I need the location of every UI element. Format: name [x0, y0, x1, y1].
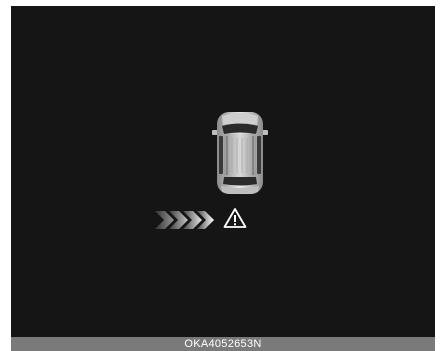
triple-chevron-right-icon — [155, 211, 214, 229]
warning-triangle-icon — [223, 208, 247, 228]
display-screen — [11, 6, 435, 337]
image-code-caption: OKA4052653N — [11, 337, 435, 351]
car-top-view-icon — [212, 112, 268, 194]
